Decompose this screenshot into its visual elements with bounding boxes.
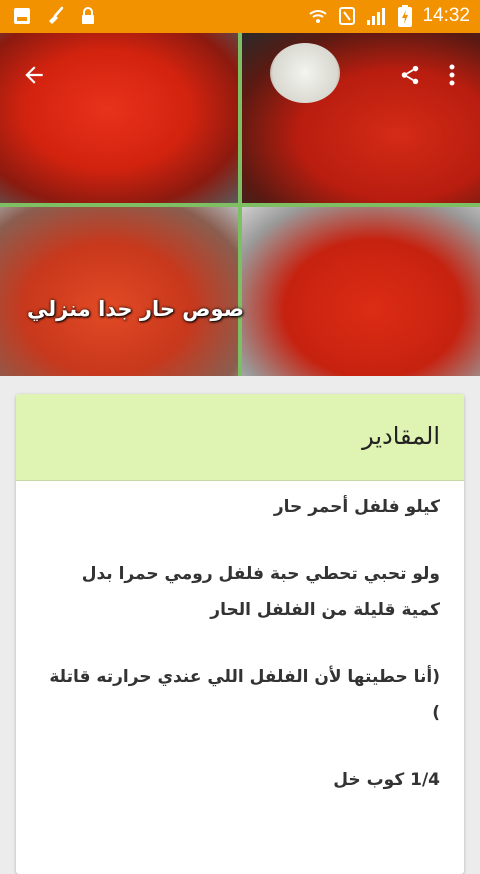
more-options-button[interactable] [434,55,470,95]
arrow-left-icon [25,66,43,84]
photo-processor-peppers [242,207,480,376]
recipe-title: صوص حار جدا منزلي [27,297,244,321]
ingredient-line: ولو تحبي تحطي حبة فلفل رومي حمرا بدل كمي… [81,564,440,620]
ingredients-title: المقادير [362,422,440,450]
status-notifications [12,6,96,26]
status-bar: 14:32 [0,0,480,33]
ingredients-list: كيلو فلفل أحمر حار ولو تحبي تحطي حبة فلف… [16,481,464,798]
ingredients-card: المقادير كيلو فلفل أحمر حار ولو تحبي تحط… [16,394,464,874]
battery-charging-icon [398,5,413,27]
photo-blended-sauce [0,207,238,376]
lock-icon [82,7,94,24]
gallery-icon [14,8,30,24]
garlic-decoration [270,43,340,103]
share-icon [401,65,419,85]
ingredient-line: 1/4 كوب خل [333,770,440,790]
ingredient-line: (أنا حطيتها لأن الفلفل اللي عندي حرارته … [49,667,440,723]
nfc-icon [339,7,356,25]
clock: 14:32 [422,5,470,26]
recipe-hero-image: صوص حار جدا منزلي [0,33,480,376]
collage-divider-horizontal [0,203,480,207]
share-button[interactable] [392,55,428,95]
broom-icon [49,6,64,24]
status-system-icons: 14:32 [308,5,470,27]
back-button[interactable] [14,55,54,95]
wifi-icon [309,10,328,23]
ingredient-line: كيلو فلفل أحمر حار [273,497,440,517]
signal-icon [367,8,386,25]
more-vertical-icon [449,64,455,86]
ingredients-header: المقادير [16,394,464,481]
